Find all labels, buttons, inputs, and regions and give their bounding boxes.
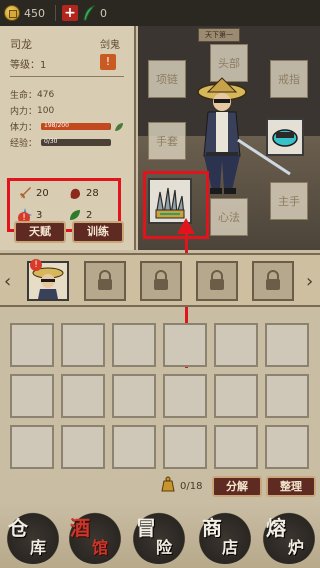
gloves-highlight-box xyxy=(143,171,209,239)
inventory-slot[interactable] xyxy=(10,425,54,469)
attr-spirit: 2 xyxy=(68,208,92,222)
sword-icon xyxy=(20,187,31,199)
scene-plaque: 天下第一 xyxy=(198,28,240,42)
exp-text: 0/30 xyxy=(44,138,58,145)
exp-bar: 0/30 xyxy=(41,138,112,146)
attr-strength: 28 xyxy=(68,186,99,200)
tab-locked-1[interactable] xyxy=(84,261,126,301)
nav-shop-label-2: 店 xyxy=(222,538,239,557)
inventory-slot[interactable] xyxy=(265,323,309,367)
pouch-icon xyxy=(161,476,175,492)
level-label: 等级： xyxy=(10,60,40,71)
inventory-count: 0/18 xyxy=(180,481,203,492)
attr-attack: 20 xyxy=(18,186,49,200)
inventory-slot[interactable] xyxy=(112,425,156,469)
feather-icon xyxy=(83,5,96,21)
stamina-row: 体力： 198/200 xyxy=(10,120,124,133)
divider xyxy=(55,5,56,21)
nav-forge-label-2: 炉 xyxy=(288,538,305,557)
hp-value: 476 xyxy=(37,89,55,100)
hp-row: 生命： 476 xyxy=(10,88,55,102)
nav-adventure[interactable]: 冒 险 xyxy=(130,508,188,564)
leaf-icon xyxy=(70,210,80,220)
inventory-slot[interactable] xyxy=(61,323,105,367)
talent-button[interactable]: 天赋 xyxy=(14,221,66,243)
train-button[interactable]: 训练 xyxy=(72,221,124,243)
mp-label: 内力： xyxy=(10,107,38,117)
inventory-slot[interactable] xyxy=(163,425,207,469)
gem-amount: 0 xyxy=(100,6,107,20)
nav-adventure-label-1: 冒 xyxy=(136,516,156,540)
lock-icon xyxy=(210,270,224,290)
inventory-slot[interactable] xyxy=(265,374,309,418)
nav-warehouse-label-1: 仓 xyxy=(8,516,28,540)
tab-locked-4[interactable] xyxy=(252,261,294,301)
stamina-bar: 198/200 xyxy=(41,122,112,130)
bottom-nav: 仓 库 酒 馆 冒 险 商 店 熔 炉 xyxy=(0,502,320,568)
inventory-slot[interactable] xyxy=(214,374,258,418)
plus-icon[interactable]: + xyxy=(62,5,78,21)
inventory-slot[interactable] xyxy=(163,374,207,418)
decompose-button[interactable]: 分解 xyxy=(212,476,262,497)
equipment-scene: 天下第一 头部 项链 戒指 手套 主手 心法 xyxy=(138,26,320,250)
strength-value: 28 xyxy=(86,187,99,199)
fist-icon xyxy=(70,188,80,199)
nav-shop-label-1: 商 xyxy=(202,516,222,540)
lock-icon xyxy=(266,270,280,290)
nav-forge-label-1: 熔 xyxy=(266,516,286,540)
agility-value: 3 xyxy=(36,209,43,221)
nav-warehouse-label-2: 库 xyxy=(30,538,47,557)
tab-alert-badge: ! xyxy=(30,259,42,271)
inventory-slot[interactable] xyxy=(10,374,54,418)
stamina-text: 198/200 xyxy=(44,122,69,129)
inventory-slot[interactable] xyxy=(214,323,258,367)
coin-icon xyxy=(4,5,20,21)
level-value: 1 xyxy=(40,60,47,71)
nav-adventure-label-2: 险 xyxy=(156,538,173,557)
nav-shop[interactable]: 商 店 xyxy=(196,508,254,564)
tab-locked-2[interactable] xyxy=(140,261,182,301)
hp-label: 生命： xyxy=(10,91,38,101)
tab-locked-3[interactable] xyxy=(196,261,238,301)
inventory-slot[interactable] xyxy=(265,425,309,469)
inventory-slot[interactable] xyxy=(61,425,105,469)
top-resource-bar: 450 + 0 xyxy=(0,0,320,26)
mp-row: 内力： 100 xyxy=(10,104,55,118)
stamina-label: 体力： xyxy=(10,123,38,133)
chevron-right-icon[interactable]: › xyxy=(306,271,313,292)
inventory-slot[interactable] xyxy=(10,323,54,367)
character-name: 司龙 xyxy=(10,38,32,51)
inventory-slot[interactable] xyxy=(61,374,105,418)
character-tab-strip: ‹ › ! xyxy=(0,253,320,307)
nav-warehouse[interactable]: 仓 库 xyxy=(4,508,62,564)
lock-icon xyxy=(98,270,112,290)
level-warning-badge[interactable]: ! xyxy=(100,54,116,70)
mp-value: 100 xyxy=(37,105,55,116)
chevron-left-icon[interactable]: ‹ xyxy=(4,271,11,292)
nav-tavern-label-1: 酒 xyxy=(70,516,90,540)
exp-label: 经验： xyxy=(10,139,38,149)
attack-value: 20 xyxy=(36,187,49,199)
inventory-slot[interactable] xyxy=(214,425,258,469)
panel-divider xyxy=(10,76,124,77)
annotation-arrow-head xyxy=(177,218,195,234)
character-class: 剑鬼 xyxy=(100,40,120,51)
inventory-slot[interactable] xyxy=(163,323,207,367)
nav-forge[interactable]: 熔 炉 xyxy=(260,508,318,564)
leaf-icon xyxy=(115,122,124,131)
nav-tavern[interactable]: 酒 馆 xyxy=(66,508,124,564)
inventory-slot[interactable] xyxy=(112,374,156,418)
nav-tavern-label-2: 馆 xyxy=(92,538,109,557)
sort-button[interactable]: 整理 xyxy=(266,476,316,497)
exp-row: 经验： 0/30 xyxy=(10,136,112,149)
character-level: 等级：1 xyxy=(10,56,46,71)
gold-amount: 450 xyxy=(24,6,45,20)
spirit-value: 2 xyxy=(86,209,93,221)
inventory-slot[interactable] xyxy=(112,323,156,367)
lock-icon xyxy=(154,270,168,290)
